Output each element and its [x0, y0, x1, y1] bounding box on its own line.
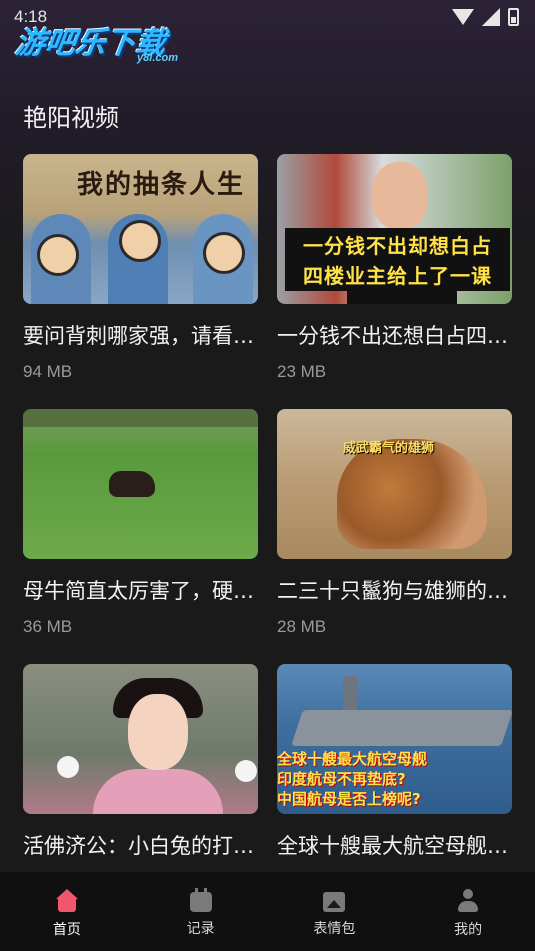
video-size: 36 MB — [23, 617, 73, 636]
record-icon — [189, 888, 212, 912]
thumbnail-caption: 中国航母是否上榜呢? — [277, 790, 421, 808]
nav-item-record[interactable]: 记录 — [134, 872, 268, 951]
home-icon — [55, 889, 79, 913]
video-thumbnail[interactable] — [23, 409, 258, 559]
video-title[interactable]: 母牛简直太厉害了，硬… — [23, 575, 263, 605]
nav-label: 我的 — [454, 922, 483, 938]
section-title: 艳阳视频 — [23, 104, 119, 132]
video-title[interactable]: 要问背刺哪家强，请看V… — [23, 320, 263, 350]
thumbnail-caption: 四楼业主给上了一课 — [285, 258, 510, 291]
thumbnail-caption: 一分钱不出却想白占 — [285, 228, 510, 261]
nav-label: 首页 — [52, 922, 81, 938]
video-thumbnail[interactable]: 我的抽条人生 — [23, 154, 258, 304]
nav-item-home[interactable]: 首页 — [0, 872, 134, 951]
video-thumbnail[interactable]: 一分钱不出却想白占 四楼业主给上了一课 — [277, 154, 512, 304]
nav-label: 记录 — [186, 921, 215, 937]
thumbnail-caption: 我的抽条人生 — [77, 170, 246, 200]
video-title[interactable]: 全球十艘最大航空母舰… — [277, 830, 517, 860]
video-thumbnail[interactable] — [23, 664, 258, 814]
video-card[interactable]: 我的抽条人生 要问背刺哪家强，请看V… 94 MB — [23, 154, 263, 382]
video-card[interactable]: 母牛简直太厉害了，硬… 36 MB — [23, 409, 258, 637]
video-card[interactable]: 活佛济公：小白兔的打… — [23, 664, 258, 872]
thumbnail-caption: 全球十艘最大航空母舰 — [277, 750, 428, 768]
thumbnail-caption: 印度航母不再垫底? — [277, 770, 406, 788]
nav-item-profile[interactable]: 我的 — [401, 872, 535, 951]
video-size: 94 MB — [23, 362, 73, 381]
wifi-icon — [452, 9, 474, 25]
nav-item-stickers[interactable]: 表情包 — [268, 872, 402, 951]
battery-icon — [508, 8, 519, 26]
video-title[interactable]: 二三十只鬣狗与雄狮的… — [277, 575, 517, 605]
video-card[interactable]: 威武霸气的雄狮 二三十只鬣狗与雄狮的… 28 MB — [277, 409, 512, 637]
video-size: 23 MB — [277, 362, 327, 381]
status-icons — [452, 8, 519, 26]
video-thumbnail[interactable]: 全球十艘最大航空母舰 印度航母不再垫底? 中国航母是否上榜呢? — [277, 664, 512, 814]
video-card[interactable]: 一分钱不出却想白占 四楼业主给上了一课 一分钱不出还想白占四… 23 MB — [277, 154, 512, 382]
bottom-nav: 首页 记录 表情包 我的 — [0, 872, 535, 951]
video-title[interactable]: 一分钱不出还想白占四… — [277, 320, 517, 350]
video-card[interactable]: 全球十艘最大航空母舰 印度航母不再垫底? 中国航母是否上榜呢? 全球十艘最大航空… — [277, 664, 512, 872]
image-icon — [323, 892, 346, 912]
nav-label: 表情包 — [313, 921, 356, 937]
user-icon — [456, 889, 480, 913]
app-logo: 游吧乐下载 y8l.com — [13, 18, 186, 66]
video-thumbnail[interactable]: 威武霸气的雄狮 — [277, 409, 512, 559]
thumbnail-caption: 威武霸气的雄狮 — [343, 441, 435, 456]
video-title[interactable]: 活佛济公：小白兔的打… — [23, 830, 263, 860]
video-size: 28 MB — [277, 617, 327, 636]
signal-icon — [482, 8, 500, 26]
logo-subtext: y8l.com — [137, 52, 178, 64]
